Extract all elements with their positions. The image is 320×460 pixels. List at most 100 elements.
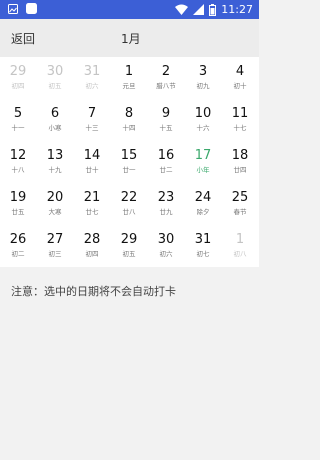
calendar-day-cell[interactable]: 21 廿七 — [74, 183, 111, 225]
day-number: 30 — [157, 232, 175, 247]
calendar-day-cell[interactable]: 10 十六 — [185, 99, 222, 141]
lunar-date-label: 初五 — [48, 82, 62, 90]
lunar-date-label: 廿十 — [85, 166, 99, 174]
day-number: 4 — [235, 64, 245, 79]
lunar-date-label: 廿八 — [122, 208, 136, 216]
lunar-date-label: 廿五 — [11, 208, 25, 216]
day-number: 24 — [194, 190, 212, 205]
lunar-date-label: 廿二 — [159, 166, 173, 174]
day-number: 17 — [194, 148, 212, 163]
day-number: 31 — [194, 232, 212, 247]
lunar-date-label: 初九 — [196, 82, 210, 90]
calendar-day-cell[interactable]: 18 廿四 — [222, 141, 259, 183]
calendar-day-cell[interactable]: 11 十七 — [222, 99, 259, 141]
calendar-day-cell[interactable]: 30 初五 — [37, 57, 74, 99]
lunar-date-label: 廿四 — [233, 166, 247, 174]
day-number: 2 — [161, 64, 171, 79]
lunar-date-label: 十五 — [159, 124, 173, 132]
calendar-day-cell[interactable]: 29 初四 — [0, 57, 37, 99]
calendar-day-cell[interactable]: 19 廿五 — [0, 183, 37, 225]
calendar-day-cell[interactable]: 7 十三 — [74, 99, 111, 141]
lunar-date-label: 春节 — [233, 208, 247, 216]
calendar-day-cell[interactable]: 26 初二 — [0, 225, 37, 267]
day-number: 20 — [46, 190, 64, 205]
calendar-day-cell[interactable]: 3 初九 — [185, 57, 222, 99]
battery-icon — [209, 3, 217, 16]
lunar-date-label: 十六 — [196, 124, 210, 132]
calendar-day-cell[interactable]: 16 廿二 — [148, 141, 185, 183]
lunar-date-label: 廿七 — [85, 208, 99, 216]
lunar-date-label: 十七 — [233, 124, 247, 132]
lunar-date-label: 初七 — [196, 250, 210, 258]
day-number: 26 — [9, 232, 27, 247]
day-number: 3 — [198, 64, 208, 79]
calendar-day-cell[interactable]: 27 初三 — [37, 225, 74, 267]
calendar-day-cell[interactable]: 13 十九 — [37, 141, 74, 183]
lunar-date-label: 小寒 — [48, 124, 62, 132]
calendar-day-cell[interactable]: 8 十四 — [111, 99, 148, 141]
lunar-date-label: 初三 — [48, 250, 62, 258]
back-button[interactable]: 返回 — [11, 30, 35, 47]
day-number: 28 — [83, 232, 101, 247]
lunar-date-label: 初四 — [85, 250, 99, 258]
calendar-day-cell[interactable]: 22 廿八 — [111, 183, 148, 225]
day-number: 22 — [120, 190, 138, 205]
calendar-day-cell[interactable]: 31 初七 — [185, 225, 222, 267]
calendar-day-cell[interactable]: 9 十五 — [148, 99, 185, 141]
lunar-date-label: 十九 — [48, 166, 62, 174]
lunar-date-label: 初十 — [233, 82, 247, 90]
day-number: 9 — [161, 106, 171, 121]
day-number: 30 — [46, 64, 64, 79]
calendar-day-cell[interactable]: 2 腊八节 — [148, 57, 185, 99]
calendar-day-cell[interactable]: 14 廿十 — [74, 141, 111, 183]
lunar-date-label: 除夕 — [196, 208, 210, 216]
calendar-day-cell[interactable]: 24 除夕 — [185, 183, 222, 225]
lunar-date-label: 十三 — [85, 124, 99, 132]
calendar-day-cell[interactable]: 29 初五 — [111, 225, 148, 267]
calendar-day-cell[interactable]: 20 大寒 — [37, 183, 74, 225]
lunar-date-label: 廿九 — [159, 208, 173, 216]
lunar-date-label: 小年 — [196, 166, 210, 174]
day-number: 10 — [194, 106, 212, 121]
day-number: 1 — [124, 64, 134, 79]
month-title: 1月 — [121, 32, 141, 46]
calendar-day-cell[interactable]: 5 十一 — [0, 99, 37, 141]
day-number: 29 — [120, 232, 138, 247]
lunar-date-label: 初八 — [233, 250, 247, 258]
calendar-day-cell[interactable]: 30 初六 — [148, 225, 185, 267]
calendar-day-cell[interactable]: 31 初六 — [74, 57, 111, 99]
lunar-date-label: 初五 — [122, 250, 136, 258]
lunar-date-label: 大寒 — [48, 208, 62, 216]
calendar-day-cell[interactable]: 15 廿一 — [111, 141, 148, 183]
day-number: 11 — [231, 106, 249, 121]
day-number: 1 — [235, 232, 245, 247]
calendar-day-cell[interactable]: 1 初八 — [222, 225, 259, 267]
day-number: 12 — [9, 148, 27, 163]
calendar-day-cell[interactable]: 4 初十 — [222, 57, 259, 99]
calendar-day-cell[interactable]: 25 春节 — [222, 183, 259, 225]
header-bar: 返回 1月 — [0, 19, 259, 57]
calendar-day-cell[interactable]: 1 元旦 — [111, 57, 148, 99]
calendar-day-cell[interactable]: 12 十八 — [0, 141, 37, 183]
calendar-day-cell[interactable]: 23 廿九 — [148, 183, 185, 225]
day-number: 19 — [9, 190, 27, 205]
calendar-grid: 29 初四 30 初五 31 初六 1 元旦 2 腊八节 3 初九 4 初十 5 十一 6 小寒 7 十三 8 十四 9 十五… — [0, 57, 259, 267]
calendar-day-cell[interactable]: 28 初四 — [74, 225, 111, 267]
lunar-date-label: 初六 — [159, 250, 173, 258]
notification-icon — [8, 3, 18, 14]
day-number: 15 — [120, 148, 138, 163]
calendar-day-cell[interactable]: 6 小寒 — [37, 99, 74, 141]
calendar-day-cell[interactable]: 17 小年 — [185, 141, 222, 183]
status-bar: 11:27 — [0, 0, 259, 19]
note-text: 注意：选中的日期将不会自动打卡 — [11, 285, 176, 298]
status-time: 11:27 — [221, 3, 253, 16]
lunar-date-label: 廿一 — [122, 166, 136, 174]
lunar-date-label: 腊八节 — [156, 82, 176, 90]
lunar-date-label: 初四 — [11, 82, 25, 90]
day-number: 16 — [157, 148, 175, 163]
day-number: 8 — [124, 106, 134, 121]
day-number: 31 — [83, 64, 101, 79]
day-number: 14 — [83, 148, 101, 163]
day-number: 18 — [231, 148, 249, 163]
lunar-date-label: 初六 — [85, 82, 99, 90]
